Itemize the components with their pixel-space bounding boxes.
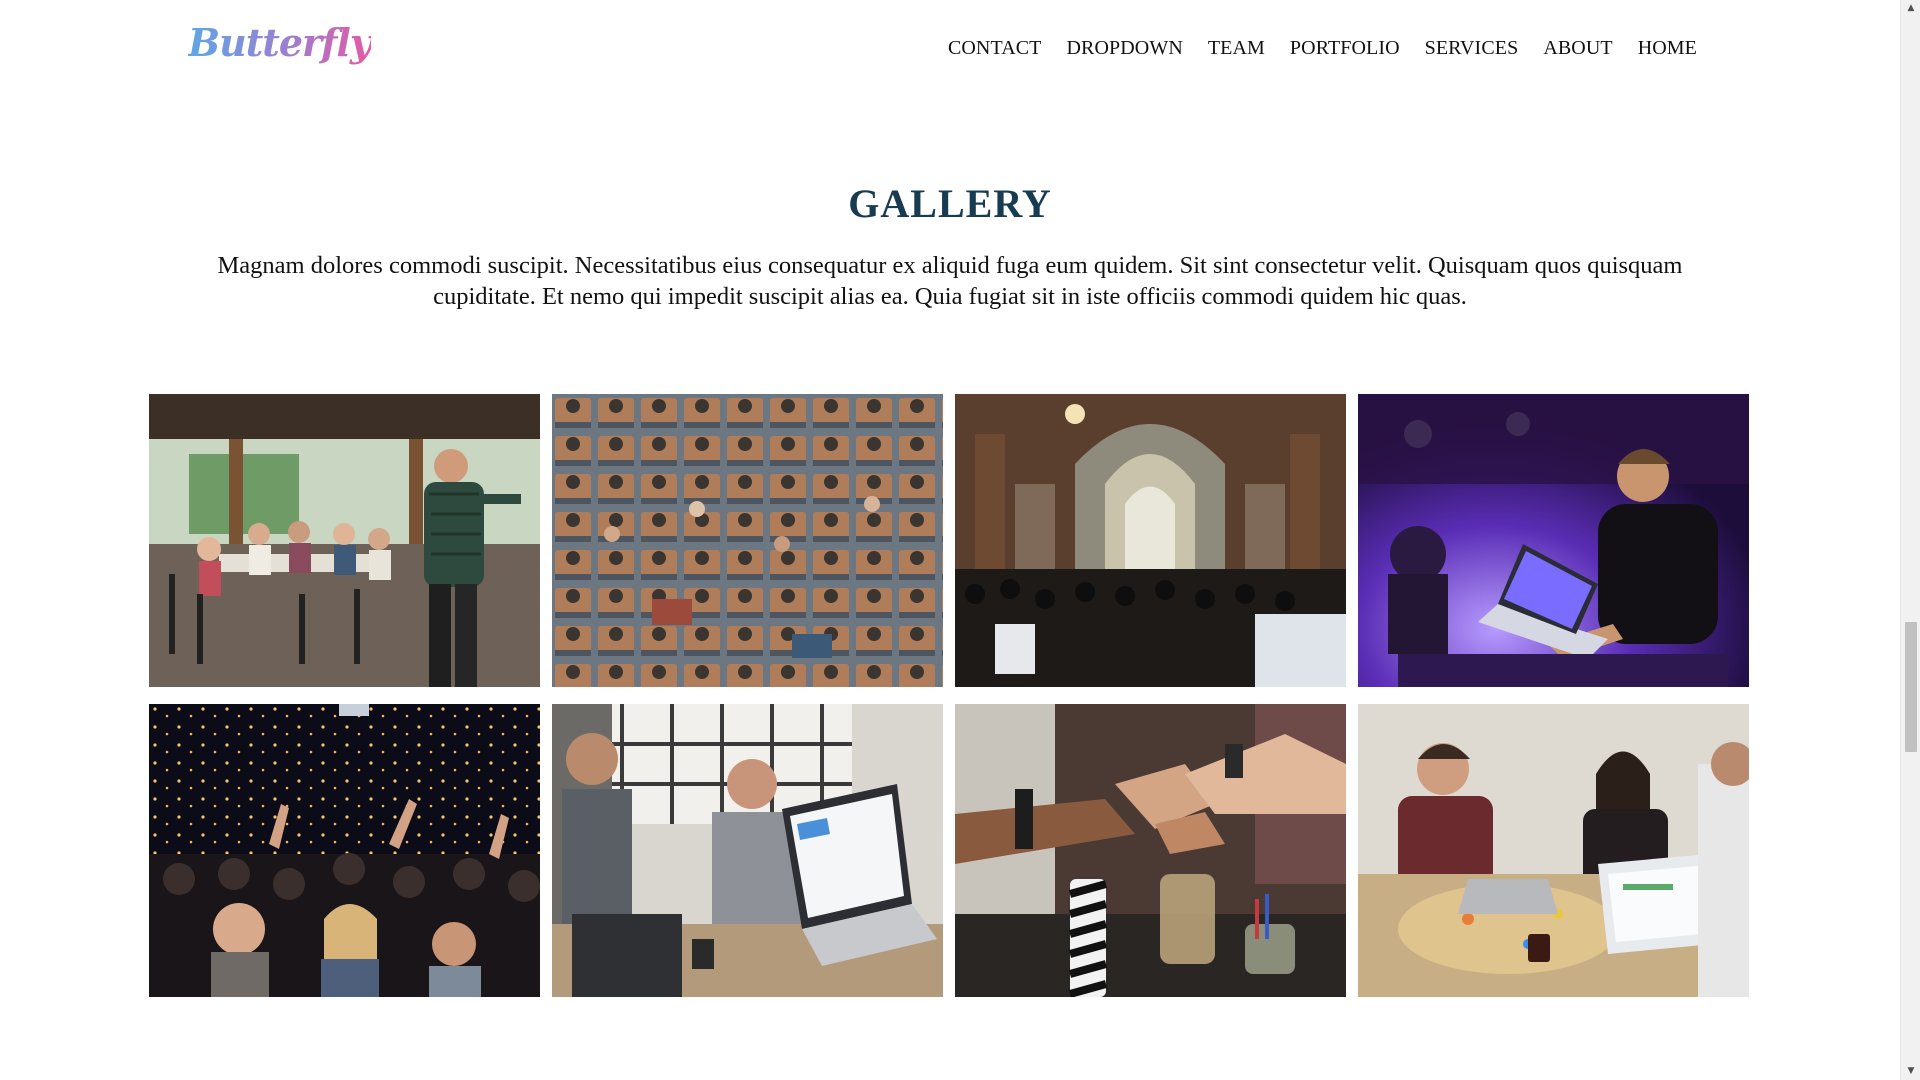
nav-portfolio[interactable]: PORTFOLIO	[1290, 37, 1400, 60]
page: Butterfly CONTACT DROPDOWN TEAM PORTFOLI…	[0, 0, 1900, 1080]
site-header: Butterfly CONTACT DROPDOWN TEAM PORTFOLI…	[0, 0, 1900, 100]
gallery-title: GALLERY	[848, 181, 1052, 226]
nav-team[interactable]: TEAM	[1208, 37, 1265, 60]
gallery-image-laptop-purple[interactable]	[1358, 394, 1749, 687]
gallery-image-auditorium[interactable]	[552, 394, 943, 687]
nav-contact[interactable]: CONTACT	[948, 37, 1042, 60]
photo-laptop-purple	[1358, 394, 1749, 687]
gallery-description: Magnam dolores commodi suscipit. Necessi…	[217, 252, 1683, 310]
page-scrollbar[interactable]: ▲ ▼	[1900, 0, 1920, 1080]
photo-auditorium	[552, 394, 943, 687]
gallery-image-office-meeting[interactable]	[552, 704, 943, 997]
gallery-image-team-laptops[interactable]	[1358, 704, 1749, 997]
triangle-down-icon[interactable]: ▼	[1901, 1063, 1920, 1080]
photo-exhibition-hall	[955, 394, 1346, 687]
nav-services[interactable]: SERVICES	[1425, 37, 1519, 60]
gallery-image-fist-bump[interactable]	[955, 704, 1346, 997]
photo-team-laptops	[1358, 704, 1749, 997]
photo-fist-bump	[955, 704, 1346, 997]
gallery-grid	[149, 394, 1751, 997]
gallery-image-restaurant-talk[interactable]	[149, 394, 540, 687]
nav-home[interactable]: HOME	[1638, 37, 1697, 60]
photo-restaurant-talk	[149, 394, 540, 687]
brand-logo[interactable]: Butterfly	[188, 20, 372, 65]
main-nav: CONTACT DROPDOWN TEAM PORTFOLIO SERVICES…	[948, 37, 1697, 60]
photo-office-meeting	[552, 704, 943, 997]
browser-viewport: Butterfly CONTACT DROPDOWN TEAM PORTFOLI…	[0, 0, 1920, 1080]
nav-dropdown[interactable]: DROPDOWN	[1067, 37, 1183, 60]
triangle-up-icon[interactable]: ▲	[1901, 0, 1920, 17]
nav-about[interactable]: ABOUT	[1543, 37, 1612, 60]
photo-concert	[149, 704, 540, 997]
gallery-image-concert[interactable]	[149, 704, 540, 997]
scrollbar-thumb[interactable]	[1905, 621, 1917, 752]
gallery-image-exhibition-hall[interactable]	[955, 394, 1346, 687]
